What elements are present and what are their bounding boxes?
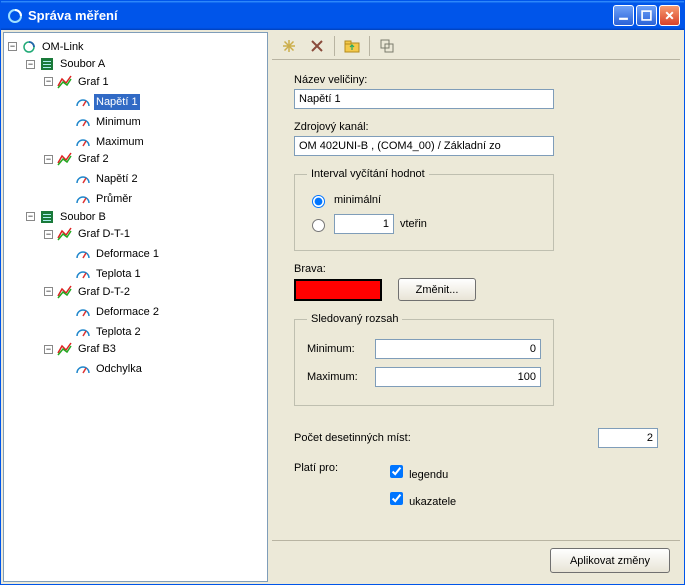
tree-item-teplota1[interactable]: Teplota 1 [62,266,143,282]
refresh-icon [21,39,37,55]
delete-button[interactable] [306,35,328,57]
tree-item-minimum[interactable]: Minimum [62,114,143,130]
chart-icon [57,284,73,300]
toolbar [272,32,680,60]
app-icon [7,8,23,24]
expander-icon[interactable]: − [26,212,35,221]
tree-item-napeti1[interactable]: Napětí 1 [62,94,140,110]
maximize-button[interactable] [636,5,657,26]
tree-item-maximum[interactable]: Maximum [62,134,146,150]
range-min-input[interactable] [375,339,541,359]
tree-item-odchylka[interactable]: Odchylka [62,361,144,377]
applies-legend-option[interactable]: legendu [386,462,456,481]
gauge-icon [75,134,91,150]
range-legend: Sledovaný rozsah [307,313,402,325]
new-button[interactable] [278,35,300,57]
gauge-icon [75,266,91,282]
chart-icon [57,341,73,357]
interval-group: Interval vyčítání hodnot minimální vteři… [294,168,554,251]
tree-item-grafb3[interactable]: − Graf B3 [44,341,118,357]
interval-min-radio[interactable] [312,195,325,208]
applies-indicators-option[interactable]: ukazatele [386,489,456,508]
tree-item-prumer[interactable]: Průměr [62,191,134,207]
interval-min-label: minimální [334,194,381,206]
interval-num-radio[interactable] [312,219,325,232]
expander-icon[interactable]: − [44,287,53,296]
tree-item-deformace2[interactable]: Deformace 2 [62,304,161,320]
minimize-button[interactable] [613,5,634,26]
channel-input[interactable] [294,136,554,156]
expander-icon[interactable]: − [26,60,35,69]
name-input[interactable] [294,89,554,109]
range-min-label: Minimum: [307,343,365,355]
apply-button[interactable]: Aplikovat změny [550,548,670,573]
tree-item-napeti2[interactable]: Napětí 2 [62,171,140,187]
expander-icon[interactable]: − [44,345,53,354]
gauge-icon [75,246,91,262]
tree-item-file-a[interactable]: − Soubor A [26,56,107,72]
color-swatch [294,279,382,301]
applies-label: Platí pro: [294,462,386,508]
interval-unit-label: vteřin [400,218,427,230]
gauge-icon [75,94,91,110]
expander-icon[interactable]: − [44,230,53,239]
close-button[interactable] [659,5,680,26]
tree-item-graf2[interactable]: − Graf 2 [44,151,111,167]
duplicate-button[interactable] [376,35,398,57]
range-max-label: Maximum: [307,371,365,383]
tree-item-root[interactable]: − OM-Link [8,39,86,55]
tree-item-grafdt1[interactable]: − Graf D-T-1 [44,226,132,242]
tree-item-grafdt2[interactable]: − Graf D-T-2 [44,284,132,300]
decimals-label: Počet desetinných míst: [294,432,598,444]
interval-num-input[interactable] [334,214,394,234]
toolbar-separator [334,36,335,56]
titlebar: Správa měření [1,1,684,30]
chart-icon [57,226,73,242]
window-title: Správa měření [28,8,613,23]
channel-label: Zdrojový kanál: [294,121,658,133]
color-label: Brava: [294,263,658,275]
tree-item-deformace1[interactable]: Deformace 1 [62,246,161,262]
expander-icon[interactable]: − [44,77,53,86]
interval-legend: Interval vyčítání hodnot [307,168,429,180]
tree-item-teplota2[interactable]: Teplota 2 [62,324,143,340]
gauge-icon [75,191,91,207]
applies-indicators-checkbox[interactable] [390,492,403,505]
tree-view[interactable]: − OM-Link − Soubor A [3,32,268,582]
folder-up-button[interactable] [341,35,363,57]
tree-item-graf1[interactable]: − Graf 1 [44,74,111,90]
chart-icon [57,151,73,167]
file-icon [39,209,55,225]
range-max-input[interactable] [375,367,541,387]
name-label: Název veličiny: [294,74,658,86]
expander-icon[interactable]: − [8,42,17,51]
file-icon [39,56,55,72]
applies-legend-checkbox[interactable] [390,465,403,478]
gauge-icon [75,361,91,377]
toolbar-separator [369,36,370,56]
range-group: Sledovaný rozsah Minimum: Maximum: [294,313,554,406]
gauge-icon [75,304,91,320]
decimals-input[interactable] [598,428,658,448]
change-color-button[interactable]: Změnit... [398,278,476,301]
tree-item-file-b[interactable]: − Soubor B [26,209,108,225]
gauge-icon [75,324,91,340]
gauge-icon [75,114,91,130]
chart-icon [57,74,73,90]
expander-icon[interactable]: − [44,155,53,164]
gauge-icon [75,171,91,187]
